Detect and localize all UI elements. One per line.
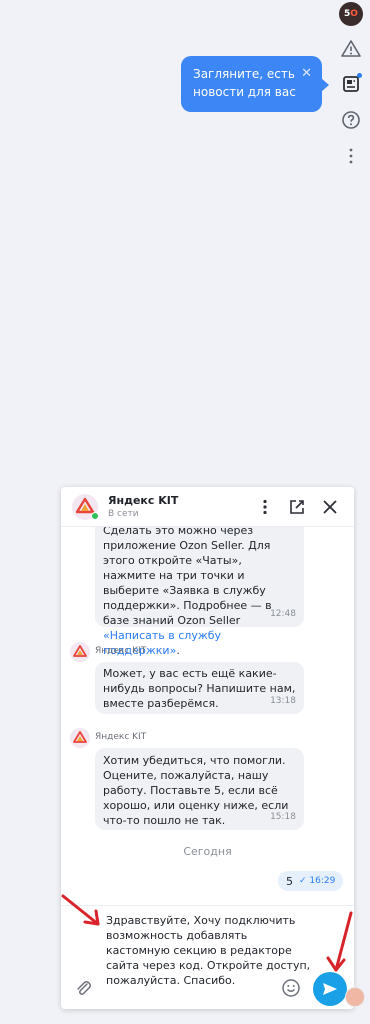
message-text: Хотим убедиться, что помогли. Оцените, п… [103, 754, 289, 827]
more-vertical-icon [263, 499, 267, 515]
send-icon [323, 983, 337, 995]
message-input[interactable]: Здравствуйте, Хочу подключить возможност… [106, 913, 311, 988]
sender-avatar [70, 728, 90, 748]
sender-name: Яндекс KIT [95, 646, 147, 656]
tooltip-close-button[interactable]: ✕ [301, 65, 312, 83]
message-bubble: Может, у вас есть ещё какие-нибудь вопро… [95, 662, 304, 714]
tooltip-text: Загляните, есть новости для вас [193, 67, 296, 99]
sender-name: Яндекс KIT [95, 732, 147, 742]
chat-header: Яндекс KIT В сети [61, 487, 354, 527]
date-separator: Сегодня [183, 845, 232, 858]
open-external-button[interactable] [286, 496, 308, 518]
message-time: 12:48 [270, 609, 296, 619]
my-message-bubble: 5 ✓ 16:29 [278, 871, 344, 891]
emoji-button[interactable] [281, 978, 301, 998]
chat-menu-button[interactable] [254, 496, 276, 518]
my-message-text: 5 [286, 874, 293, 888]
chat-status: В сети [108, 509, 139, 519]
message-composer: Здравствуйте, Хочу подключить возможност… [61, 905, 354, 1009]
sender-avatar [70, 642, 90, 662]
online-indicator [91, 512, 99, 520]
emoji-icon [282, 979, 300, 997]
more-vertical-icon[interactable] [340, 145, 362, 167]
message-bubble: Хотим убедиться, что помогли. Оцените, п… [95, 748, 304, 830]
chat-close-button[interactable] [319, 496, 341, 518]
avatar-accent: O [350, 9, 358, 19]
news-tooltip: Загляните, есть новости для вас ✕ [181, 56, 329, 112]
send-button[interactable] [313, 972, 347, 1006]
news-badge [357, 73, 362, 78]
message-time: 15:18 [270, 812, 296, 822]
message-list[interactable]: Сделать это можно через приложение Ozon … [61, 527, 354, 905]
message-text: Может, у вас есть ещё какие-нибудь вопро… [103, 667, 296, 710]
message-text: Сделать это можно через приложение Ozon … [103, 527, 272, 627]
help-icon[interactable] [340, 109, 362, 131]
my-message-time: 16:29 [309, 876, 336, 886]
paperclip-icon [77, 981, 91, 995]
assistant-avatar[interactable] [345, 987, 365, 1007]
close-icon [323, 500, 337, 514]
read-check-icon: ✓ [299, 876, 307, 886]
news-icon[interactable] [340, 73, 362, 95]
attach-button[interactable] [73, 978, 93, 998]
external-link-icon [290, 500, 304, 514]
chat-title: Яндекс KIT [108, 494, 179, 507]
message-bubble: Сделать это можно через приложение Ozon … [95, 527, 304, 657]
user-avatar[interactable]: 5O [339, 2, 363, 26]
message-time: 13:18 [270, 696, 296, 706]
alert-icon[interactable] [340, 38, 362, 60]
message-text-tail: . [176, 644, 180, 657]
support-chat-window: Яндекс KIT В сети Сделать это можно чере… [61, 487, 354, 1009]
